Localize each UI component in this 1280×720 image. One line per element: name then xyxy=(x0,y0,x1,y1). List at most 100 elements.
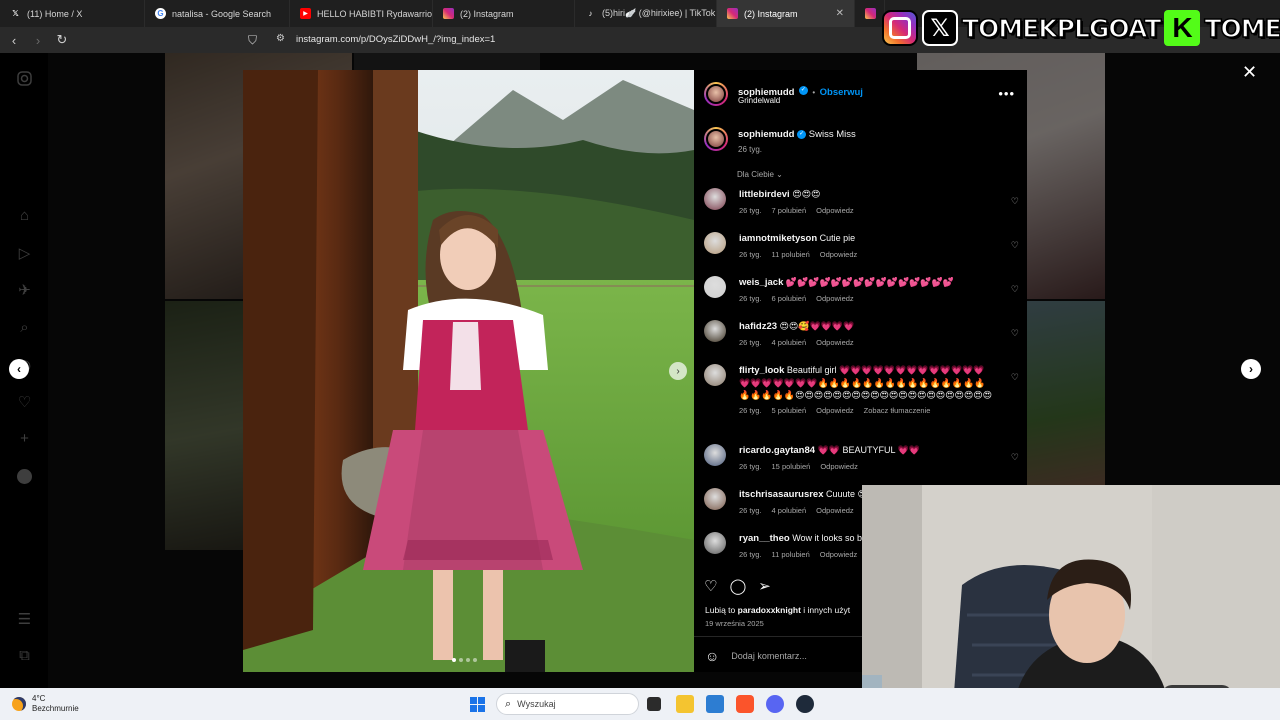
comment-likes[interactable]: 5 polubień xyxy=(772,405,807,417)
follow-button[interactable]: Obserwuj xyxy=(820,87,863,98)
see-translation-button[interactable]: Zobacz tłumaczenie xyxy=(864,405,931,417)
tab-instagram-extra[interactable] xyxy=(855,0,885,27)
steam-icon[interactable] xyxy=(796,695,814,713)
comment-like-icon[interactable]: ♡ xyxy=(1011,328,1019,339)
post-image[interactable] xyxy=(243,70,694,672)
tab-label: (2) Instagram xyxy=(460,8,514,19)
reload-icon[interactable]: ↻ xyxy=(52,30,72,50)
post-photo xyxy=(243,70,694,672)
reply-button[interactable]: Odpowiedz xyxy=(816,293,854,305)
commenter-username[interactable]: ricardo.gaytan84 xyxy=(739,445,815,456)
comment-like-icon[interactable]: ♡ xyxy=(1011,240,1019,251)
tab-youtube[interactable]: ▶ HELLO HABIBTI Rydawarrior [O xyxy=(290,0,433,27)
x-logo-icon: 𝕏 xyxy=(12,9,19,18)
commenter-avatar[interactable] xyxy=(704,276,726,298)
close-modal-icon[interactable]: ✕ xyxy=(1242,62,1257,83)
commenter-avatar[interactable] xyxy=(704,320,726,342)
back-icon[interactable]: ‹ xyxy=(4,30,24,50)
commenter-username[interactable]: flirty_look xyxy=(739,365,784,376)
caption-avatar[interactable] xyxy=(704,127,728,151)
comment-age: 26 tyg. xyxy=(739,550,762,559)
like-icon[interactable]: ♡ xyxy=(704,577,717,595)
comment-likes[interactable]: 7 polubień xyxy=(772,205,807,217)
comment-likes[interactable]: 15 polubień xyxy=(772,461,811,473)
url-field[interactable]: instagram.com/p/DOysZiDDwH_/?img_index=1 xyxy=(296,34,495,45)
instagram-logo-icon xyxy=(882,10,918,46)
share-icon[interactable]: ➢ xyxy=(758,577,771,595)
site-info-icon[interactable]: ⚙ xyxy=(276,33,285,44)
brave-icon[interactable] xyxy=(736,695,754,713)
next-post-button[interactable]: › xyxy=(1241,359,1261,379)
caption-age: 26 tyg. xyxy=(738,145,763,154)
weather-widget[interactable]: 4°C Bezchmurnie xyxy=(12,694,79,714)
tab-google-search[interactable]: G natalisa - Google Search xyxy=(145,0,290,27)
tab-label: HELLO HABIBTI Rydawarrior [O xyxy=(317,8,433,19)
tab-x-home[interactable]: 𝕏 (11) Home / X xyxy=(0,0,145,27)
likes-summary[interactable]: Lubią to paradoxxknight i innych użyt xyxy=(705,605,850,615)
post-location[interactable]: Grindelwald xyxy=(738,96,780,105)
commenter-avatar[interactable] xyxy=(704,532,726,554)
reply-button[interactable]: Odpowiedz xyxy=(820,249,858,261)
bookmark-icon[interactable]: ⛉ xyxy=(248,33,257,48)
comment-likes[interactable]: 6 polubień xyxy=(772,293,807,305)
likes-user[interactable]: paradoxxknight xyxy=(738,605,801,615)
commenter-username[interactable]: iamnotmiketyson xyxy=(739,233,817,244)
commenter-username[interactable]: itschrisasaurusrex xyxy=(739,489,824,500)
comment-likes[interactable]: 4 polubień xyxy=(772,337,807,349)
reply-button[interactable]: Odpowiedz xyxy=(816,505,854,517)
add-comment-row: ☺ Dodaj komentarz... xyxy=(705,648,807,664)
commenter-username[interactable]: littlebirdevi xyxy=(739,189,790,200)
reply-button[interactable]: Odpowiedz xyxy=(816,405,854,417)
comment-like-icon[interactable]: ♡ xyxy=(1011,196,1019,207)
close-tab-icon[interactable]: ✕ xyxy=(836,8,844,19)
comment-likes[interactable]: 11 polubień xyxy=(772,549,810,561)
reply-button[interactable]: Odpowiedz xyxy=(820,461,858,473)
carousel-dot xyxy=(466,658,470,662)
weather-moon-icon xyxy=(12,697,26,711)
more-options-icon[interactable]: ••• xyxy=(998,86,1015,101)
comment-text: Cutie pie xyxy=(819,233,856,243)
tab-label: (5)hiri🪽 (@hirixiee) | TikTok xyxy=(602,8,716,18)
previous-post-button[interactable]: ‹ xyxy=(9,359,29,379)
commenter-avatar[interactable] xyxy=(704,444,726,466)
tab-tiktok[interactable]: ♪ (5)hiri🪽 (@hirixiee) | TikTok xyxy=(575,0,717,27)
likes-rest: i innych użyt xyxy=(800,605,851,615)
comment-like-icon[interactable]: ♡ xyxy=(1011,284,1019,295)
comment-like-icon[interactable]: ♡ xyxy=(1011,372,1019,383)
tab-label: natalisa - Google Search xyxy=(172,8,272,19)
forward-icon[interactable]: › xyxy=(28,30,48,50)
store-icon[interactable] xyxy=(706,695,724,713)
commenter-avatar[interactable] xyxy=(704,232,726,254)
carousel-dot xyxy=(459,658,463,662)
search-icon: ⌕ xyxy=(505,697,512,710)
emoji-icon[interactable]: ☺ xyxy=(705,648,719,664)
tab-instagram-1[interactable]: (2) Instagram xyxy=(433,0,575,27)
caption-username[interactable]: sophiemudd xyxy=(738,129,794,140)
taskbar-search[interactable]: ⌕ Wyszukaj xyxy=(496,693,639,715)
windows-taskbar: 4°C Bezchmurnie ⌕ Wyszukaj xyxy=(0,688,1280,720)
comment-likes[interactable]: 11 polubień xyxy=(772,249,810,261)
weather-temp: 4°C xyxy=(32,694,46,703)
commenter-username[interactable]: weis_jack xyxy=(739,277,783,288)
reply-button[interactable]: Odpowiedz xyxy=(816,205,854,217)
commenter-avatar[interactable] xyxy=(704,488,726,510)
discord-icon[interactable] xyxy=(766,695,784,713)
reply-button[interactable]: Odpowiedz xyxy=(816,337,854,349)
start-button[interactable] xyxy=(470,697,485,712)
comment-likes[interactable]: 4 polubień xyxy=(772,505,807,517)
image-next-button[interactable]: › xyxy=(669,362,687,380)
author-avatar[interactable] xyxy=(704,82,728,106)
add-comment-input[interactable]: Dodaj komentarz... xyxy=(731,651,807,661)
reply-button[interactable]: Odpowiedz xyxy=(820,549,858,561)
task-view-icon[interactable] xyxy=(647,697,661,711)
file-explorer-icon[interactable] xyxy=(676,695,694,713)
commenter-avatar[interactable] xyxy=(704,188,726,210)
post-actions: ♡ ◯ ➢ xyxy=(704,577,771,595)
commenter-username[interactable]: ryan__theo xyxy=(739,533,790,544)
commenter-avatar[interactable] xyxy=(704,364,726,386)
commenter-username[interactable]: hafidz23 xyxy=(739,321,777,332)
comments-filter-dropdown[interactable]: Dla Ciebie ⌄ xyxy=(737,170,783,179)
comment-like-icon[interactable]: ♡ xyxy=(1011,452,1019,463)
comment-icon[interactable]: ◯ xyxy=(729,577,746,595)
tab-instagram-active[interactable]: (2) Instagram ✕ xyxy=(717,0,855,27)
